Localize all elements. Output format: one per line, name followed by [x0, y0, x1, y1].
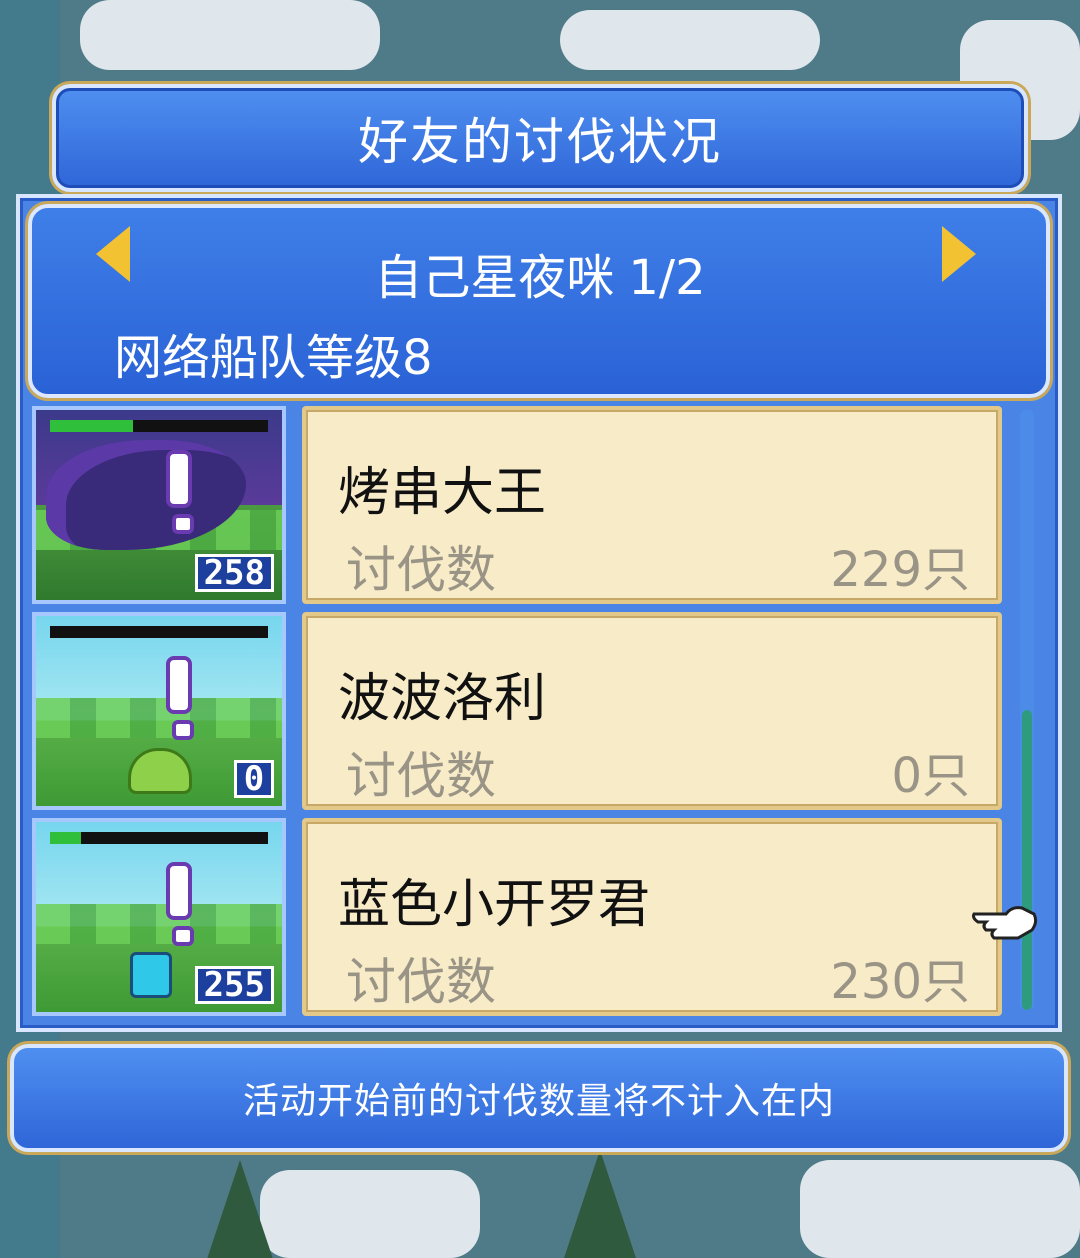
title-banner: 好友的讨伐状况: [52, 84, 1028, 192]
stage-count-badge: 258: [194, 554, 274, 592]
hp-fill: [50, 420, 133, 432]
friend-row[interactable]: 0 波波洛利 讨伐数 0只: [32, 612, 1004, 814]
exclamation-icon: [166, 656, 194, 740]
bushes: [36, 904, 282, 944]
stage-thumbnail: 255: [32, 818, 286, 1016]
exclamation-icon: [166, 862, 194, 946]
friend-name: 烤串大王: [338, 463, 547, 523]
kill-count: 229只: [830, 542, 970, 598]
scrollbar-thumb[interactable]: [1022, 710, 1032, 1010]
footer-note: 活动开始前的讨伐数量将不计入在内: [242, 1081, 835, 1122]
friend-row[interactable]: 255 蓝色小开罗君 讨伐数 230只: [32, 818, 1004, 1020]
hp-fill: [50, 832, 81, 844]
kill-count: 230只: [830, 954, 970, 1010]
stage-thumbnail: 0: [32, 612, 286, 810]
friend-card[interactable]: 蓝色小开罗君 讨伐数 230只: [302, 818, 1002, 1016]
hp-bar: [50, 626, 268, 638]
arrow-left-icon[interactable]: [96, 226, 130, 282]
footer-banner: 活动开始前的讨伐数量将不计入在内: [10, 1044, 1068, 1152]
hp-bar: [50, 420, 268, 432]
kill-label: 讨伐数: [346, 953, 496, 1011]
stage-count-badge: 255: [194, 966, 274, 1004]
friend-name: 波波洛利: [338, 669, 547, 729]
hp-bar: [50, 832, 268, 844]
friend-name: 蓝色小开罗君: [338, 875, 651, 935]
blue-creature-icon: [130, 952, 172, 998]
bushes: [36, 698, 282, 738]
fleet-level: 网络船队等级8: [114, 330, 433, 386]
pointing-hand-icon: [972, 906, 1038, 940]
player-name: 自己星夜咪: [374, 250, 615, 306]
stage-count-badge: 0: [234, 760, 274, 798]
stage-thumbnail: 258: [32, 406, 286, 604]
friend-row[interactable]: 258 烤串大王 讨伐数 229只: [32, 406, 1004, 608]
friend-card[interactable]: 波波洛利 讨伐数 0只: [302, 612, 1002, 810]
page-title: 好友的讨伐状况: [358, 113, 722, 171]
player-name-line: 自己星夜咪 1/2: [130, 238, 950, 308]
kill-count: 0只: [891, 748, 970, 804]
page-indicator: 1/2: [628, 250, 706, 306]
exclamation-icon: [166, 450, 194, 534]
kill-label: 讨伐数: [346, 541, 496, 599]
slime-monster-icon: [128, 748, 192, 794]
kill-label: 讨伐数: [346, 747, 496, 805]
friend-card[interactable]: 烤串大王 讨伐数 229只: [302, 406, 1002, 604]
